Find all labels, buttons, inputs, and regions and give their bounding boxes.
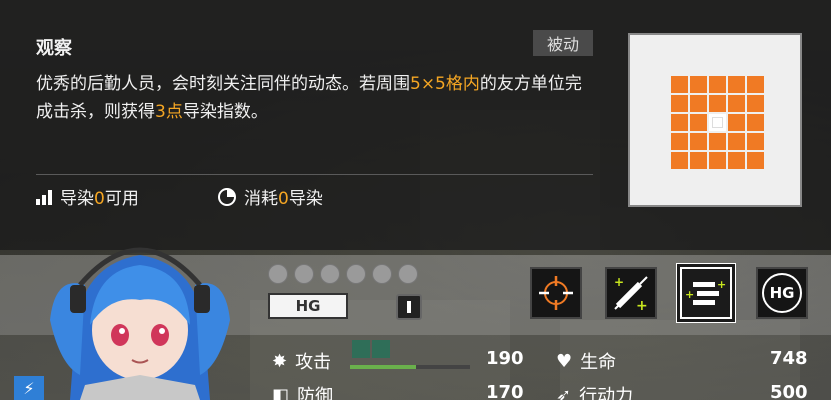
svg-text:+: + (717, 278, 726, 291)
range-cell (728, 152, 745, 169)
range-cell (709, 95, 726, 112)
hg-class-icon: HG (762, 273, 802, 313)
range-cell (690, 114, 707, 131)
attr-defense-value: 170 (486, 382, 524, 400)
star-slot (268, 264, 288, 284)
hp-label: 生命 (580, 352, 617, 373)
signal-bars-icon (36, 189, 52, 205)
range-cell (709, 76, 726, 93)
syringe-icon: + + (614, 275, 648, 314)
defense-label: 防御 (297, 386, 334, 400)
star-slots (268, 264, 418, 284)
range-cell (728, 76, 745, 93)
cost-label-a: 消耗 (244, 189, 278, 209)
action-value: 500 (770, 382, 808, 400)
range-cell (747, 76, 764, 93)
skill-desc-text-1: 优秀的后勤人员，会时刻关注同伴的动态。若周围 (36, 74, 410, 94)
attr-defense: ◧ 防御 (272, 382, 333, 400)
action-icon: ➶ (556, 384, 572, 400)
range-cell (747, 152, 764, 169)
attr-action-value: 500 (770, 382, 808, 400)
skill-slot-crosshair[interactable] (530, 267, 582, 319)
range-cell (728, 133, 745, 150)
range-cell (747, 95, 764, 112)
shield-icon: ◧ (272, 384, 290, 400)
skill-cost: 消耗0导染 (218, 184, 323, 209)
star-slot (372, 264, 392, 284)
attr-action: ➶ 行动力 (556, 382, 633, 400)
svg-text:+: + (636, 298, 648, 314)
skill-slot-syringe[interactable]: + + (605, 267, 657, 319)
star-slot (398, 264, 418, 284)
range-cell-self (709, 114, 726, 131)
skill-desc-range: 5×5格内 (410, 74, 480, 94)
cost-pie-icon (218, 187, 236, 206)
skill-slot-ammo[interactable]: + + (680, 267, 732, 319)
skill-title: 观察 (36, 38, 72, 59)
attr-hp-value: 748 (770, 348, 808, 369)
available-label-b: 可用 (104, 189, 139, 209)
range-cell (671, 76, 688, 93)
range-cell (690, 133, 707, 150)
svg-text:+: + (685, 288, 694, 301)
range-cell (747, 133, 764, 150)
lightning-icon: ⚡ (14, 376, 44, 400)
skill-description: 优秀的后勤人员，会时刻关注同伴的动态。若周围5×5格内的友方单位完成击杀，则获得… (36, 70, 591, 126)
attack-label: 攻击 (295, 352, 332, 373)
defense-value: 170 (486, 382, 524, 400)
range-cell (728, 95, 745, 112)
skill-range-grid (628, 33, 802, 207)
range-cell (671, 95, 688, 112)
range-grid-cells (671, 76, 764, 169)
character-portrait-art (50, 247, 230, 400)
range-cell (709, 133, 726, 150)
class-icon-2 (372, 340, 390, 358)
range-cell (690, 76, 707, 93)
range-cell (671, 114, 688, 131)
skill-desc-text-3: 导染指数。 (182, 102, 268, 122)
attack-icon: ✸ (272, 350, 288, 372)
skill-type-tag: 被动 (533, 30, 593, 56)
cost-label-b: 导染 (288, 189, 323, 209)
range-cell (671, 152, 688, 169)
class-icons (352, 340, 390, 358)
attr-attack-value: 190 (486, 348, 524, 369)
action-label: 行动力 (579, 386, 634, 400)
range-cell (709, 152, 726, 169)
range-cell (728, 114, 745, 131)
weapon-type-badge: HG (268, 293, 348, 319)
attack-value: 190 (486, 348, 524, 369)
range-cell (690, 152, 707, 169)
class-icon-1 (352, 340, 370, 358)
attr-attack: ✸ 攻击 (272, 348, 331, 374)
skill-divider (36, 174, 593, 175)
cost-value: 0 (278, 189, 289, 209)
skill-desc-points: 3点 (155, 102, 183, 122)
heart-icon: ♥ (556, 350, 573, 372)
character-portrait (40, 225, 240, 400)
attr-hp: ♥ 生命 (556, 348, 616, 374)
svg-text:+: + (614, 275, 624, 289)
star-slot (346, 264, 366, 284)
range-cell (690, 95, 707, 112)
available-label-a: 导染 (60, 189, 94, 209)
hp-value: 748 (770, 348, 808, 369)
star-slot (294, 264, 314, 284)
chip-icon[interactable] (396, 294, 422, 320)
skill-available: 导染0可用 (36, 184, 139, 209)
ammo-icon: + + (685, 278, 726, 305)
attack-bar (350, 365, 470, 369)
range-cell (747, 114, 764, 131)
star-slot (320, 264, 340, 284)
skill-slot-hg[interactable]: HG (756, 267, 808, 319)
available-value: 0 (94, 189, 105, 209)
crosshair-icon (539, 276, 573, 310)
range-cell (671, 133, 688, 150)
